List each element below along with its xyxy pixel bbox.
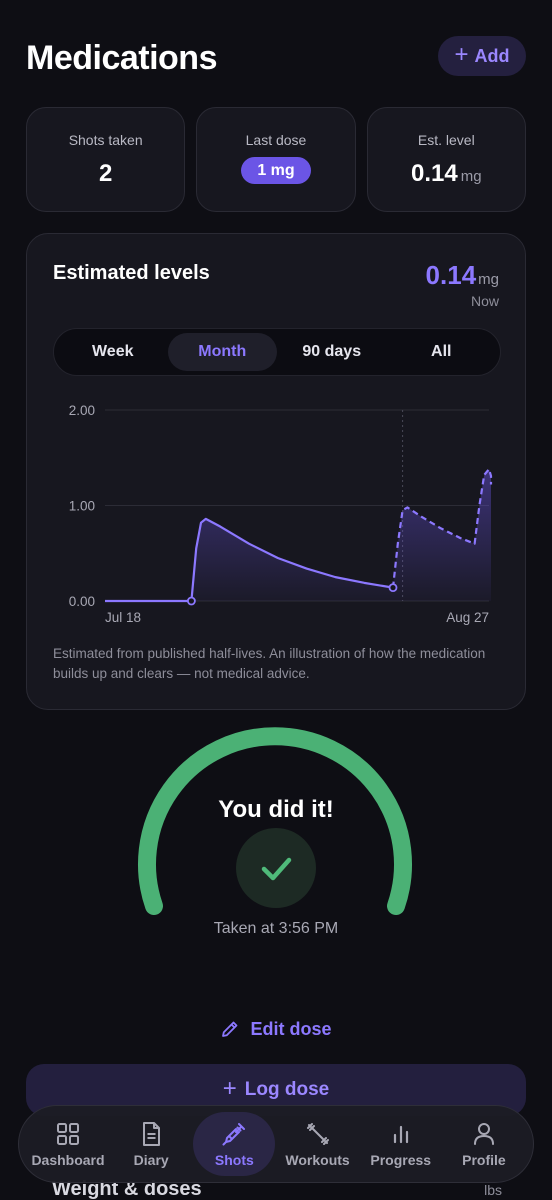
add-button-label: Add — [474, 45, 510, 66]
last-dose-card: Last dose 1 mg — [196, 107, 356, 212]
add-button[interactable]: + Add — [438, 36, 526, 76]
tab-week[interactable]: Week — [58, 333, 168, 371]
pencil-icon — [222, 1021, 238, 1037]
levels-current-value: 0.14 — [425, 260, 477, 290]
stats-row: Shots taken 2 Last dose 1 mg Est. level … — [26, 107, 526, 212]
document-icon — [143, 1122, 161, 1146]
last-dose-badge: 1 mg — [240, 157, 311, 184]
tab-90-days[interactable]: 90 days — [277, 333, 387, 371]
est-level-label: Est. level — [417, 132, 475, 148]
nav-shots[interactable]: Shots — [193, 1112, 276, 1176]
nav-diary[interactable]: Diary — [110, 1112, 192, 1176]
levels-title: Estimated levels — [53, 262, 210, 284]
plus-icon: + — [222, 1074, 237, 1102]
dose-gauge: You did it! Taken at 3:56 PM — [130, 720, 422, 950]
tab-month[interactable]: Month — [167, 333, 277, 371]
edit-dose-label: Edit dose — [250, 1018, 332, 1039]
shots-taken-number: 2 — [98, 160, 113, 187]
dumbbell-icon — [306, 1123, 329, 1145]
levels-disclaimer: Estimated from published half-lives. An … — [53, 646, 486, 681]
gauge-title: You did it! — [218, 796, 334, 823]
shots-taken-card: Shots taken 2 — [26, 107, 186, 212]
nav-progress[interactable]: Progress — [360, 1112, 442, 1176]
nav-workouts-label: Workouts — [285, 1152, 350, 1168]
dose-marker — [186, 596, 196, 606]
y-tick-label: 0.00 — [69, 594, 95, 609]
nav-progress-label: Progress — [370, 1152, 432, 1168]
weight-doses-unit: lbs — [484, 1182, 502, 1198]
bottom-nav: Dashboard Diary Shots Workouts Progress — [18, 1105, 534, 1183]
est-level-card: Est. level 0.14 mg — [366, 107, 526, 212]
gauge-subtitle: Taken at 3:56 PM — [213, 920, 339, 937]
log-dose-label: Log dose — [244, 1079, 330, 1100]
shots-taken-value: 2 — [99, 160, 112, 188]
bar-chart-icon — [393, 1125, 408, 1144]
nav-workouts[interactable]: Workouts — [277, 1112, 359, 1176]
tab-all[interactable]: All — [387, 333, 497, 371]
levels-current-sub: Now — [470, 293, 499, 309]
est-level-unit: mg — [460, 168, 482, 185]
medications-screen: Medications + Add Shots taken 2 Last dos… — [0, 0, 552, 1200]
nav-profile[interactable]: Profile — [443, 1112, 525, 1176]
range-tabs: Week Month 90 days All — [53, 328, 501, 376]
levels-chart: 2.00 1.00 0.00 Jul 18 Aug 27 — [69, 403, 493, 625]
y-tick-label: 2.00 — [69, 403, 95, 418]
estimated-levels-card: Estimated levels 0.14 mg Now Week Month 9… — [26, 233, 526, 710]
est-level-value: 0.14 mg — [411, 160, 482, 188]
x-tick-label: Jul 18 — [105, 610, 141, 625]
check-icon — [236, 828, 316, 908]
page-title: Medications — [26, 39, 217, 77]
shots-taken-label: Shots taken — [68, 132, 143, 148]
nav-profile-label: Profile — [462, 1152, 506, 1168]
est-level-number: 0.14 — [411, 160, 458, 187]
levels-current-unit: mg — [478, 271, 499, 288]
levels-area — [105, 469, 491, 601]
nav-diary-label: Diary — [133, 1152, 169, 1168]
header: Medications + Add — [26, 36, 526, 80]
syringe-icon — [222, 1123, 246, 1146]
grid-icon — [57, 1123, 79, 1145]
x-tick-label: Aug 27 — [446, 610, 489, 625]
dose-marker — [388, 583, 398, 593]
plus-icon: + — [454, 41, 469, 68]
nav-shots-label: Shots — [214, 1152, 254, 1168]
y-tick-label: 1.00 — [69, 499, 95, 514]
nav-dashboard[interactable]: Dashboard — [27, 1112, 109, 1176]
edit-dose-button[interactable]: Edit dose — [0, 1015, 552, 1043]
nav-dashboard-label: Dashboard — [31, 1152, 105, 1168]
last-dose-label: Last dose — [245, 132, 307, 148]
person-icon — [473, 1123, 494, 1145]
levels-current: 0.14 mg Now — [426, 260, 499, 309]
